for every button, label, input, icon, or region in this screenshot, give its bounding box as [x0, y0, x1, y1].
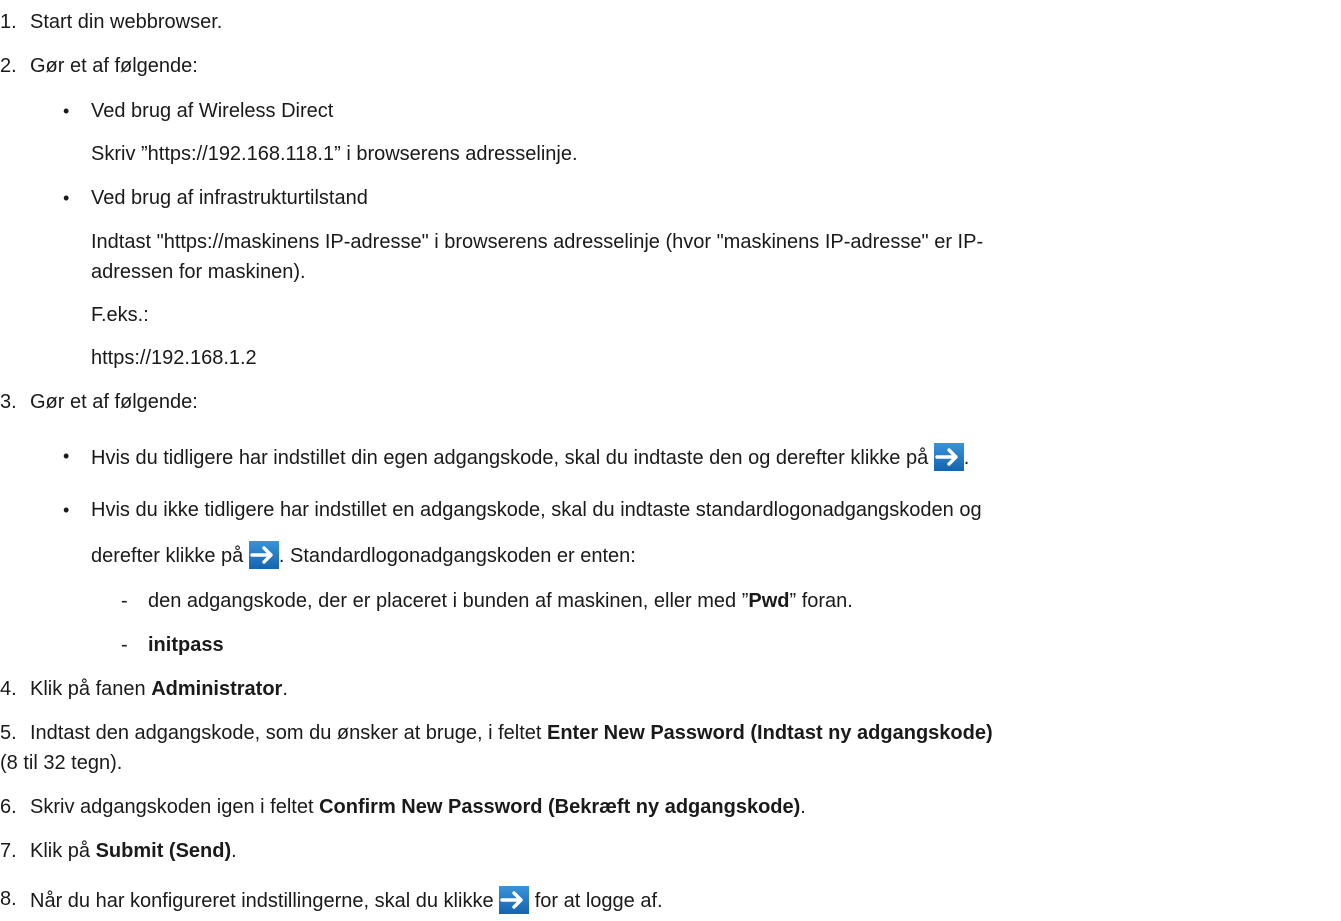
step-8-number: 8.: [0, 888, 17, 910]
step-6-post: .: [800, 796, 806, 818]
right-arrow-icon: [499, 886, 530, 914]
step-6-number: 6.: [0, 796, 17, 818]
step-8-post: for at logge af.: [529, 890, 663, 912]
step-6-text: Skriv adgangskoden igen i feltet Confirm…: [30, 794, 806, 820]
right-arrow-icon: [248, 541, 279, 569]
step-3-number: 3.: [0, 391, 17, 413]
bullet: •: [63, 500, 70, 520]
step-4-post: .: [282, 678, 288, 700]
sub-option-1: den adgangskode, der er placeret i bunde…: [148, 588, 853, 614]
step-1-text: Start din webbrowser.: [30, 11, 223, 33]
infrastructure-text-line1: Indtast "https://maskinens IP-adresse" i…: [91, 231, 984, 253]
default-password-pre: derefter klikke på: [91, 545, 244, 567]
step-7-post: .: [231, 840, 237, 862]
step-7-pre: Klik på: [30, 840, 96, 862]
sub-option-1-pre: den adgangskode, der er placeret i bunde…: [148, 590, 749, 612]
own-password-item: Hvis du tidligere har indstillet din ege…: [91, 443, 969, 471]
step-5-number: 5.: [0, 722, 17, 744]
own-password-period: .: [963, 447, 970, 469]
bullet: •: [63, 446, 70, 466]
default-password-line1: Hvis du ikke tidligere har indstillet en…: [91, 499, 982, 521]
step-4-text: Klik på fanen Administrator.: [30, 676, 288, 702]
step-8-pre: Når du har konfigureret indstillingerne,…: [30, 890, 494, 912]
step-5-bold: Enter New Password (Indtast ny adgangsko…: [546, 722, 993, 744]
step-4-pre: Klik på fanen: [30, 678, 152, 700]
bullet: •: [63, 101, 70, 121]
step-8-text: Når du har konfigureret indstillingerne,…: [30, 886, 663, 914]
infrastructure-title: Ved brug af infrastrukturtilstand: [91, 187, 368, 209]
dash: -: [121, 590, 128, 612]
infrastructure-text-line2: adressen for maskinen).: [91, 261, 306, 283]
step-5-pre: Indtast den adgangskode, som du ønsker a…: [30, 722, 547, 744]
right-arrow-icon: [933, 443, 964, 471]
wireless-direct-title: Ved brug af Wireless Direct: [91, 100, 334, 122]
sub-option-1-bold: Pwd: [748, 590, 790, 612]
sub-option-1-post: ” foran.: [789, 590, 853, 612]
default-password-post: . Standardlogonadgangskoden er enten:: [278, 545, 636, 567]
default-password-line2: derefter klikke på . Standardlogonadgang…: [91, 541, 636, 569]
sub-option-2: initpass: [148, 634, 224, 656]
example-label: F.eks.:: [91, 304, 149, 326]
step-3-text: Gør et af følgende:: [30, 391, 198, 413]
step-1-number: 1.: [0, 11, 17, 33]
step-4-number: 4.: [0, 678, 17, 700]
wireless-direct-text: Skriv ”https://192.168.118.1” i browsere…: [91, 143, 578, 165]
step-7-number: 7.: [0, 840, 17, 862]
step-7-bold: Submit (Send): [95, 840, 232, 862]
step-7-text: Klik på Submit (Send).: [30, 838, 237, 864]
step-2-text: Gør et af følgende:: [30, 55, 198, 77]
example-value: https://192.168.1.2: [91, 347, 257, 369]
own-password-text: Hvis du tidligere har indstillet din ege…: [91, 447, 929, 469]
step-6-pre: Skriv adgangskoden igen i feltet: [30, 796, 320, 818]
step-5-text-line2: (8 til 32 tegn).: [0, 752, 123, 774]
bullet: •: [63, 188, 70, 208]
step-5-text: Indtast den adgangskode, som du ønsker a…: [30, 720, 993, 746]
step-2-number: 2.: [0, 55, 17, 77]
step-4-bold: Administrator: [151, 678, 283, 700]
dash: -: [121, 634, 128, 656]
step-6-bold: Confirm New Password (Bekræft ny adgangs…: [319, 796, 801, 818]
